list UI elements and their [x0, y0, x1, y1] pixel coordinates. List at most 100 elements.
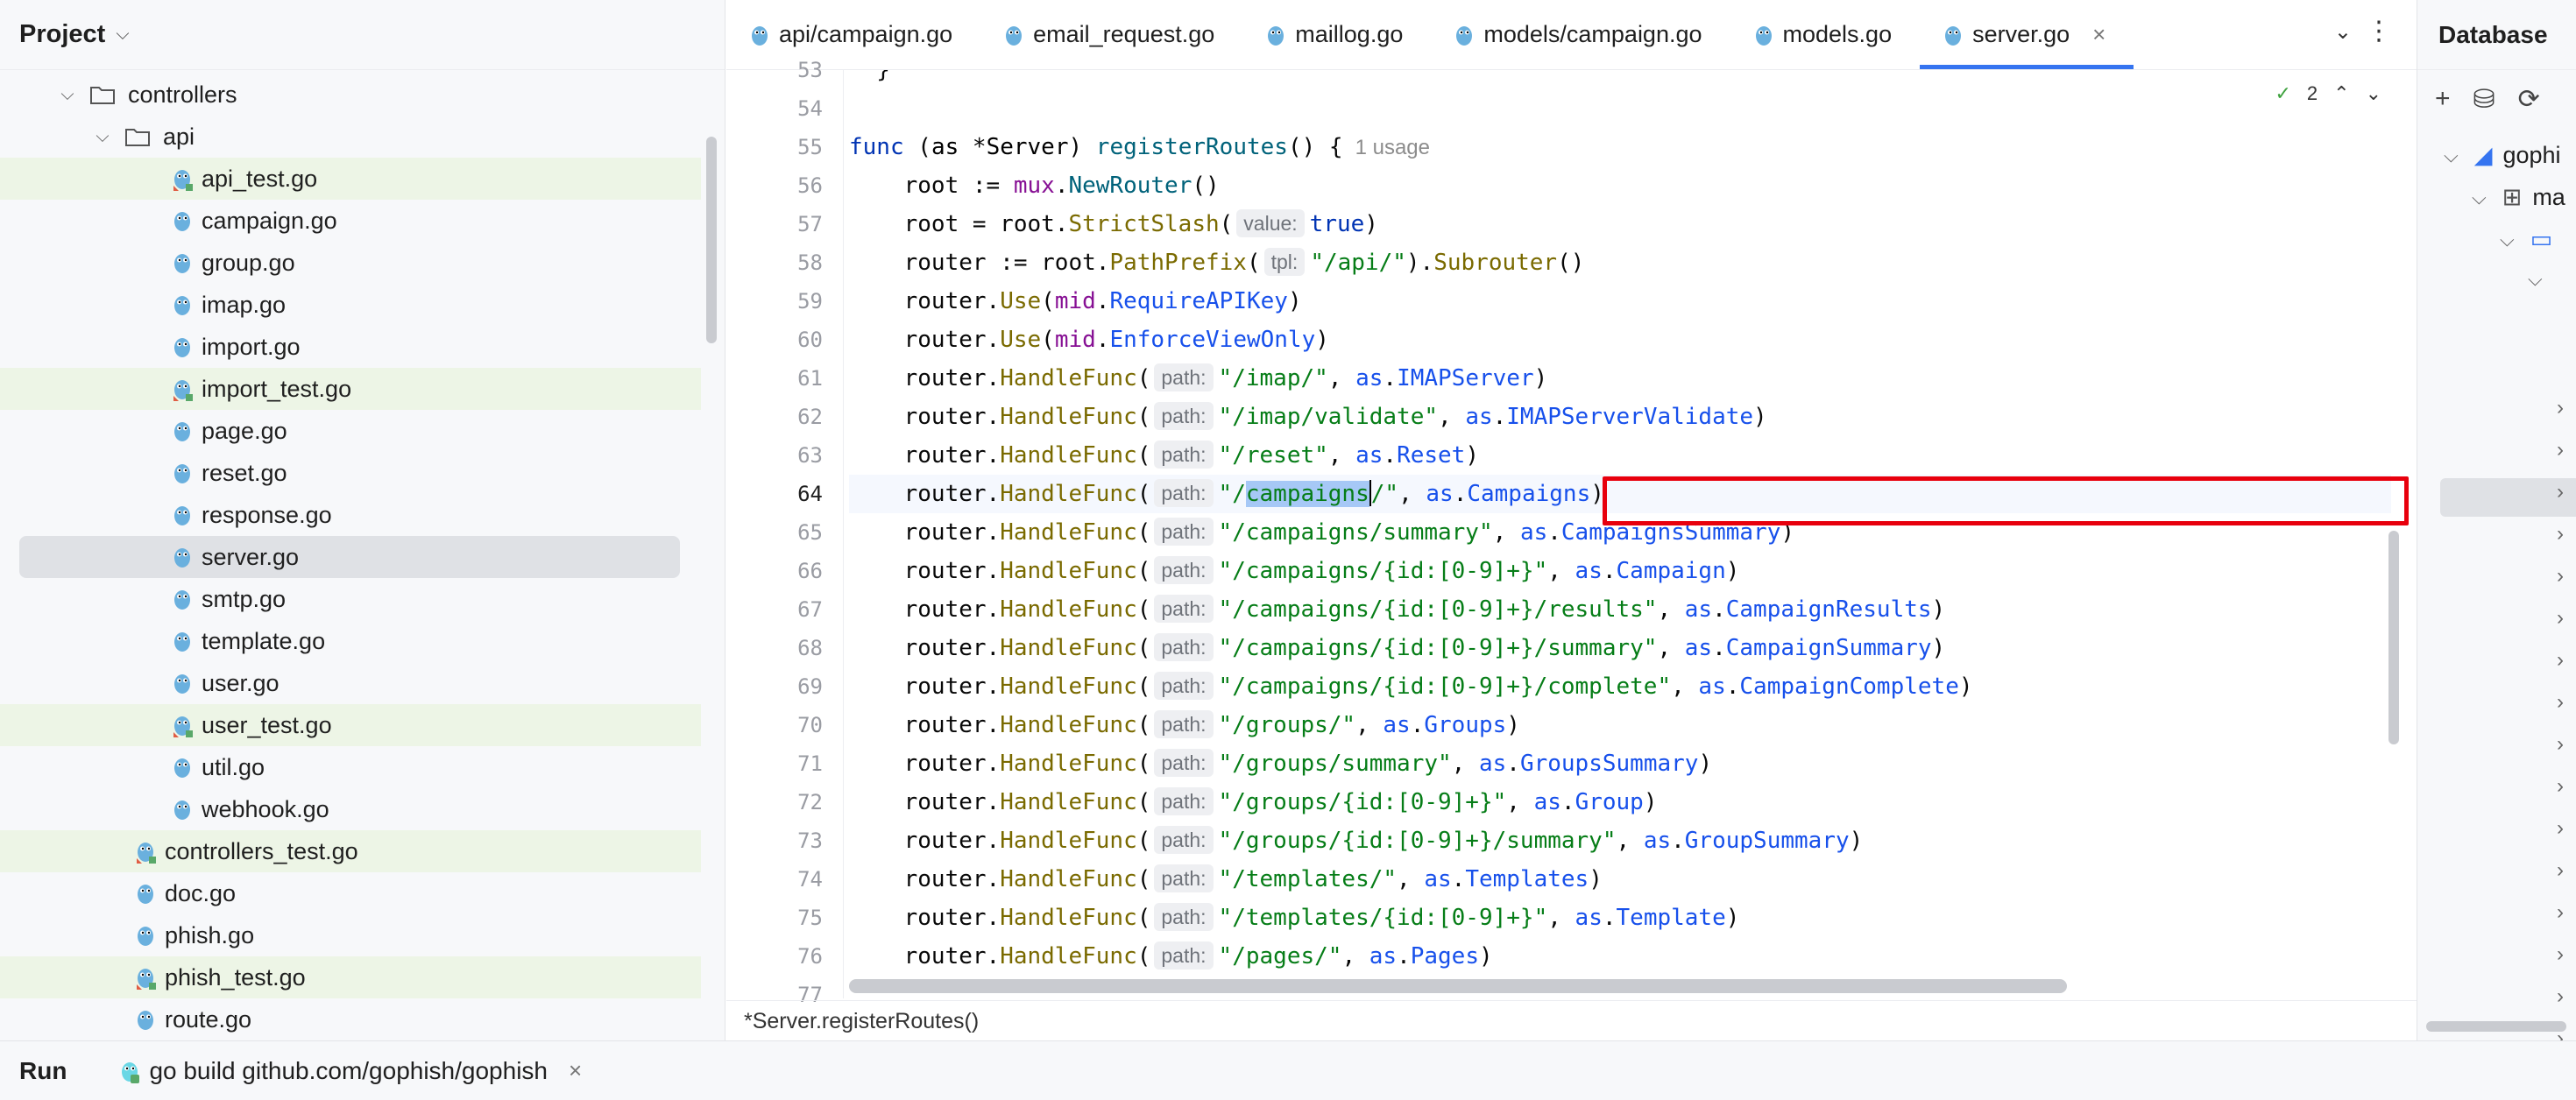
run-config-label: go build github.com/gophish/gophish [149, 1056, 548, 1084]
line-number: 55 [797, 135, 823, 159]
editor-horizontal-scrollbar[interactable] [849, 979, 2067, 993]
tree-file[interactable]: import_test.go [0, 368, 701, 410]
route-path: "/groups/" [1218, 712, 1356, 738]
tree-file[interactable]: import.go [0, 326, 701, 368]
gutter-divider [843, 70, 844, 998]
go-file-icon [174, 548, 190, 568]
editor-vertical-scrollbar[interactable] [2388, 531, 2399, 744]
database-header[interactable]: Database [2417, 0, 2576, 70]
chevron-down-icon: ⌵ [2472, 186, 2487, 208]
route-handler: IMAPServer [1397, 365, 1534, 391]
go-test-file-icon [173, 716, 193, 737]
tree-file[interactable]: smtp.go [0, 578, 701, 620]
chevron-right-icon[interactable]: › [2557, 648, 2564, 673]
chevron-right-icon[interactable]: › [2557, 942, 2564, 967]
tab-label: maillog.go [1295, 21, 1404, 47]
chevron-right-icon[interactable]: › [2557, 858, 2564, 883]
tree-folder[interactable]: ⌵ controllers [0, 74, 701, 116]
tree-item-label: user.go [202, 669, 280, 696]
tree-file[interactable]: util.go [0, 746, 701, 788]
tree-file[interactable]: reset.go [0, 452, 701, 494]
editor-tab[interactable]: server.go × [1920, 0, 2134, 69]
chevron-right-icon[interactable]: › [2557, 984, 2564, 1009]
data-source-properties-icon[interactable]: ⛁ [2473, 84, 2495, 115]
tree-file[interactable]: server.go [19, 536, 680, 578]
chevron-right-icon[interactable]: › [2557, 438, 2564, 462]
tree-file[interactable]: user.go [0, 662, 701, 704]
tree-file[interactable]: webhook.go [0, 788, 701, 830]
editor-tab[interactable]: email_request.go [980, 0, 1242, 69]
tree-file[interactable]: page.go [0, 410, 701, 452]
breadcrumb[interactable]: *Server.registerRoutes() [726, 1000, 2417, 1040]
editor-tab[interactable]: api/campaign.go [726, 0, 980, 69]
chevron-right-icon[interactable]: › [2557, 690, 2564, 715]
usage-hint[interactable]: 1 usage [1355, 136, 1430, 159]
tree-file[interactable]: template.go [0, 620, 701, 662]
route-path: "/pages/" [1218, 943, 1342, 970]
chevron-right-icon[interactable]: › [2557, 564, 2564, 589]
chevron-down-icon[interactable]: ⌵ [56, 85, 79, 105]
chevron-down-icon[interactable]: ⌵ [116, 25, 129, 45]
project-header[interactable]: Project ⌵ [0, 0, 725, 70]
add-icon[interactable]: + [2435, 84, 2451, 115]
route-path: "/imap/validate" [1218, 404, 1438, 430]
db-tree-node[interactable]: ⌵ ◢ gophi [2444, 142, 2561, 169]
route-path: "/reset" [1218, 442, 1328, 469]
tree-folder[interactable]: ⌵ api [0, 116, 701, 158]
chevron-right-icon[interactable]: › [2557, 522, 2564, 546]
folder-icon [90, 87, 115, 104]
chevron-right-icon[interactable]: › [2557, 480, 2564, 504]
refresh-icon[interactable]: ⟳ [2518, 84, 2540, 115]
code-line: root = root.StrictSlash(value: true) [849, 209, 1378, 237]
editor-tab[interactable]: models.go [1730, 0, 1921, 69]
chevron-right-icon[interactable]: › [2557, 900, 2564, 925]
db-tree-node[interactable]: ⌵ [2528, 268, 2543, 291]
chevron-right-icon[interactable]: › [2557, 396, 2564, 420]
route-handler: CampaignComplete [1739, 673, 1959, 700]
chevron-right-icon[interactable]: › [2557, 816, 2564, 841]
db-tree-node[interactable]: ⌵ ▭ [2500, 226, 2552, 253]
code-line: router.HandleFunc(path: "/campaigns/summa… [849, 518, 1795, 546]
line-number: 66 [797, 559, 823, 583]
chevron-right-icon[interactable]: › [2557, 774, 2564, 799]
code-line: router.HandleFunc(path: "/groups/{id:[0-9… [849, 787, 1658, 815]
tree-file[interactable]: api_test.go [0, 158, 701, 200]
code-line: router.HandleFunc(path:"/campaigns/""/ca… [849, 475, 2391, 513]
tree-file[interactable]: phish.go [0, 914, 701, 956]
tree-file[interactable]: imap.go [0, 284, 701, 326]
go-file-icon [174, 464, 190, 483]
chevron-right-icon[interactable]: › [2557, 732, 2564, 757]
line-number: 62 [797, 405, 823, 429]
database-scrollbar[interactable] [2426, 1021, 2566, 1032]
tree-item-label: group.go [202, 249, 295, 276]
run-label[interactable]: Run [19, 1057, 67, 1085]
run-config-tab[interactable]: go build github.com/gophish/gophish × [119, 1057, 582, 1085]
db-selected-row[interactable] [2440, 478, 2576, 517]
chevron-right-icon[interactable]: › [2557, 606, 2564, 631]
tab-overflow-icon[interactable]: ⌄ [2334, 19, 2352, 45]
tree-file[interactable]: phish_test.go [0, 956, 701, 998]
db-tree-node[interactable]: ⌵ ⊞ ma [2472, 184, 2565, 211]
editor-tab[interactable]: maillog.go [1242, 0, 1431, 69]
tree-file[interactable]: campaign.go [0, 200, 701, 242]
code-line: router.HandleFunc(path: "/templates/{id:[… [849, 903, 1740, 931]
line-number: 76 [797, 944, 823, 969]
tree-file[interactable]: controllers_test.go [0, 830, 701, 872]
close-tab-icon[interactable]: × [2092, 21, 2105, 48]
code-area[interactable]: } func (as *Server) registerRoutes() {1 … [849, 70, 2391, 981]
chevron-down-icon[interactable]: ⌵ [91, 127, 114, 147]
folder-icon [125, 129, 150, 146]
more-options-icon[interactable]: ⋮ [2366, 16, 2392, 46]
tree-file[interactable]: route.go [0, 998, 701, 1040]
tree-file[interactable]: response.go [0, 494, 701, 536]
tree-file[interactable]: doc.go [0, 872, 701, 914]
breadcrumb-item[interactable]: *Server.registerRoutes() [744, 1009, 979, 1033]
tree-file[interactable]: user_test.go [0, 704, 701, 746]
project-scrollbar[interactable] [706, 137, 717, 343]
tree-file[interactable]: group.go [0, 242, 701, 284]
line-number: 75 [797, 906, 823, 930]
close-icon[interactable]: × [569, 1057, 582, 1084]
param-hint: path: [1154, 826, 1214, 854]
editor-tab[interactable]: models/campaign.go [1431, 0, 1730, 69]
